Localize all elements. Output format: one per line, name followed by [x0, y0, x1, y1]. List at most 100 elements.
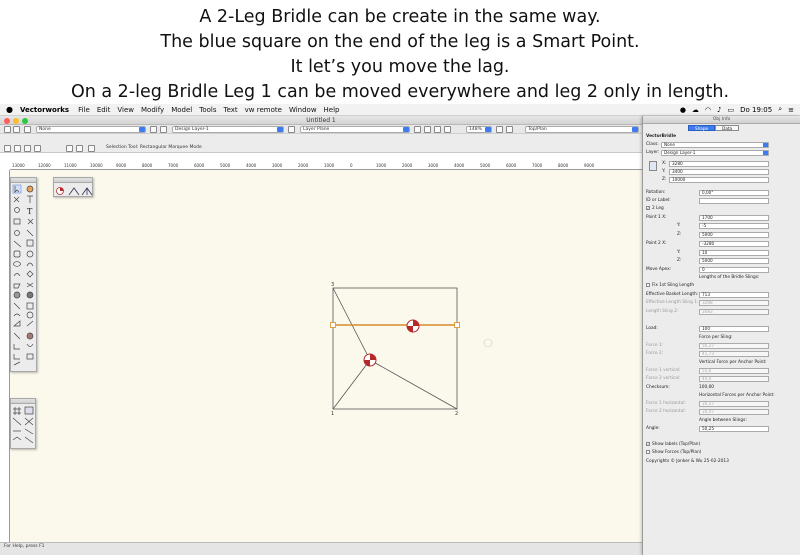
- menu-text[interactable]: Text: [223, 106, 237, 114]
- y-field[interactable]: 3400: [669, 169, 769, 175]
- lasso-icon[interactable]: [88, 145, 95, 152]
- spiral-tool-icon[interactable]: [13, 291, 21, 299]
- p1y-field[interactable]: -5: [699, 223, 769, 229]
- render-icon[interactable]: [496, 126, 503, 133]
- fix-first-checkbox[interactable]: Fix 1st Sling Length: [646, 282, 694, 289]
- zoom-select[interactable]: 148%: [466, 126, 492, 133]
- pick-mode-icon[interactable]: [34, 145, 41, 152]
- zoom-out-icon[interactable]: [424, 126, 431, 133]
- bridle-diagonal-top[interactable]: [332, 287, 371, 361]
- p2z-field[interactable]: 5000: [699, 258, 769, 264]
- apple-menu-icon[interactable]: ●: [6, 105, 16, 114]
- zoom-in-icon[interactable]: [414, 126, 421, 133]
- offset-tool-icon[interactable]: [26, 343, 34, 347]
- menu-modify[interactable]: Modify: [141, 106, 164, 114]
- back-view-icon[interactable]: [4, 126, 11, 133]
- zoom-tool-icon[interactable]: [444, 126, 451, 133]
- pan-tool-icon[interactable]: [26, 185, 34, 193]
- fit-icon[interactable]: [434, 126, 441, 133]
- snap-angle-icon[interactable]: [12, 417, 22, 426]
- fillet-tool-icon[interactable]: [26, 332, 34, 340]
- menu-file[interactable]: File: [78, 106, 90, 114]
- oip-layer-select[interactable]: Design Layer-1: [661, 150, 769, 156]
- rect-marquee-icon[interactable]: [66, 145, 73, 152]
- rotate-tool-icon[interactable]: [26, 311, 34, 319]
- menu-edit[interactable]: Edit: [97, 106, 111, 114]
- locus-tool-icon[interactable]: [13, 361, 21, 366]
- snap-edge-icon[interactable]: [12, 436, 22, 441]
- drawing-area[interactable]: 3 1 2: [10, 170, 642, 542]
- x-field[interactable]: 3280: [669, 161, 769, 167]
- polyline-tool-icon[interactable]: [26, 270, 34, 278]
- oip-header[interactable]: Obj Info: [643, 116, 800, 124]
- minimize-window-icon[interactable]: [13, 117, 19, 124]
- eyedropper-tool-icon[interactable]: [13, 302, 21, 310]
- show-forces-checkbox[interactable]: Show Forces (Top/Plan): [646, 449, 701, 456]
- wifi-icon[interactable]: ◠: [705, 106, 711, 114]
- p2y-field[interactable]: 10: [699, 250, 769, 256]
- layer-select[interactable]: Design Layer-1: [172, 126, 284, 133]
- resize-mode-icon[interactable]: [24, 145, 31, 152]
- id-field[interactable]: [699, 198, 769, 204]
- tab-data[interactable]: Data: [715, 125, 740, 131]
- snap-tangent-icon[interactable]: [24, 436, 34, 444]
- bridle-leg-2[interactable]: [332, 359, 371, 410]
- bridle-palette-header[interactable]: [54, 178, 92, 183]
- leg-count-checkbox[interactable]: ✓ 2 Leg: [646, 205, 664, 212]
- load-field[interactable]: 100: [699, 326, 769, 332]
- angle-field[interactable]: 50,25: [699, 426, 769, 432]
- app-menu[interactable]: Vectorworks: [20, 106, 69, 114]
- show-labels-checkbox[interactable]: ✓ Show labels (Top/Plan): [646, 441, 700, 448]
- bridle-3leg-tool-icon[interactable]: [81, 187, 93, 196]
- plane-icon[interactable]: [288, 126, 295, 133]
- circle-tool-icon[interactable]: [26, 250, 34, 258]
- plane-select[interactable]: Layer Plane: [300, 126, 410, 133]
- battery-icon[interactable]: ▭: [728, 106, 735, 114]
- arc-tool-icon[interactable]: [26, 262, 34, 267]
- split-tool-icon[interactable]: [26, 320, 34, 327]
- chamfer-tool-icon[interactable]: [13, 344, 20, 350]
- mirror-tool-icon[interactable]: [13, 320, 21, 327]
- menu-vw-remote[interactable]: vw remote: [245, 106, 282, 114]
- smart-point-handle[interactable]: [454, 322, 460, 328]
- line-tool-icon[interactable]: [26, 229, 34, 237]
- cloud-icon[interactable]: ☁: [692, 106, 699, 114]
- apex-marker-bottom[interactable]: [363, 353, 377, 367]
- rounded-rect-tool-icon[interactable]: [13, 250, 21, 258]
- bridle-leg-1[interactable]: [369, 359, 458, 410]
- dimension-tool-icon[interactable]: [27, 218, 34, 225]
- select-mode-icon[interactable]: [4, 145, 11, 152]
- view-select[interactable]: Top/Plan: [525, 126, 639, 133]
- menu-help[interactable]: Help: [324, 106, 340, 114]
- move-apex-field[interactable]: 0: [699, 267, 769, 273]
- tab-shape[interactable]: Shape: [688, 125, 716, 131]
- menu-model[interactable]: Model: [171, 106, 192, 114]
- zoom-tool-icon[interactable]: [14, 207, 20, 213]
- flyover-tool-icon[interactable]: [27, 195, 33, 203]
- volume-icon[interactable]: ♪: [717, 106, 721, 114]
- close-window-icon[interactable]: [4, 117, 10, 124]
- list-icon[interactable]: ≡: [788, 106, 794, 114]
- p2x-field[interactable]: -3280: [699, 241, 769, 247]
- mirror-2-tool-icon[interactable]: [26, 353, 34, 360]
- projection-icon[interactable]: [506, 126, 513, 133]
- oval-tool-icon[interactable]: [13, 261, 21, 267]
- rotation-field[interactable]: 0,00°: [699, 190, 769, 196]
- leg-end-handle-left[interactable]: [330, 322, 336, 328]
- move-tool-icon[interactable]: [13, 196, 20, 203]
- status-circle-icon[interactable]: ●: [680, 106, 686, 114]
- polygon-tool-icon[interactable]: [13, 283, 21, 289]
- position-grid-icon[interactable]: [649, 161, 657, 171]
- layer-icon[interactable]: [160, 126, 167, 133]
- text-tool-icon[interactable]: T: [27, 207, 33, 216]
- attribute-tool-icon[interactable]: [14, 230, 20, 236]
- menu-window[interactable]: Window: [289, 106, 317, 114]
- snap-smart-point-icon[interactable]: [24, 428, 34, 435]
- selection-tool-icon[interactable]: [12, 184, 22, 194]
- menu-view[interactable]: View: [117, 106, 134, 114]
- snap-intersection-icon[interactable]: [24, 417, 34, 426]
- clip-tool-icon[interactable]: [26, 302, 34, 310]
- clock[interactable]: Do 19:05: [740, 106, 772, 114]
- trim-tool-icon[interactable]: [13, 354, 20, 360]
- double-line-tool-icon[interactable]: [26, 291, 34, 299]
